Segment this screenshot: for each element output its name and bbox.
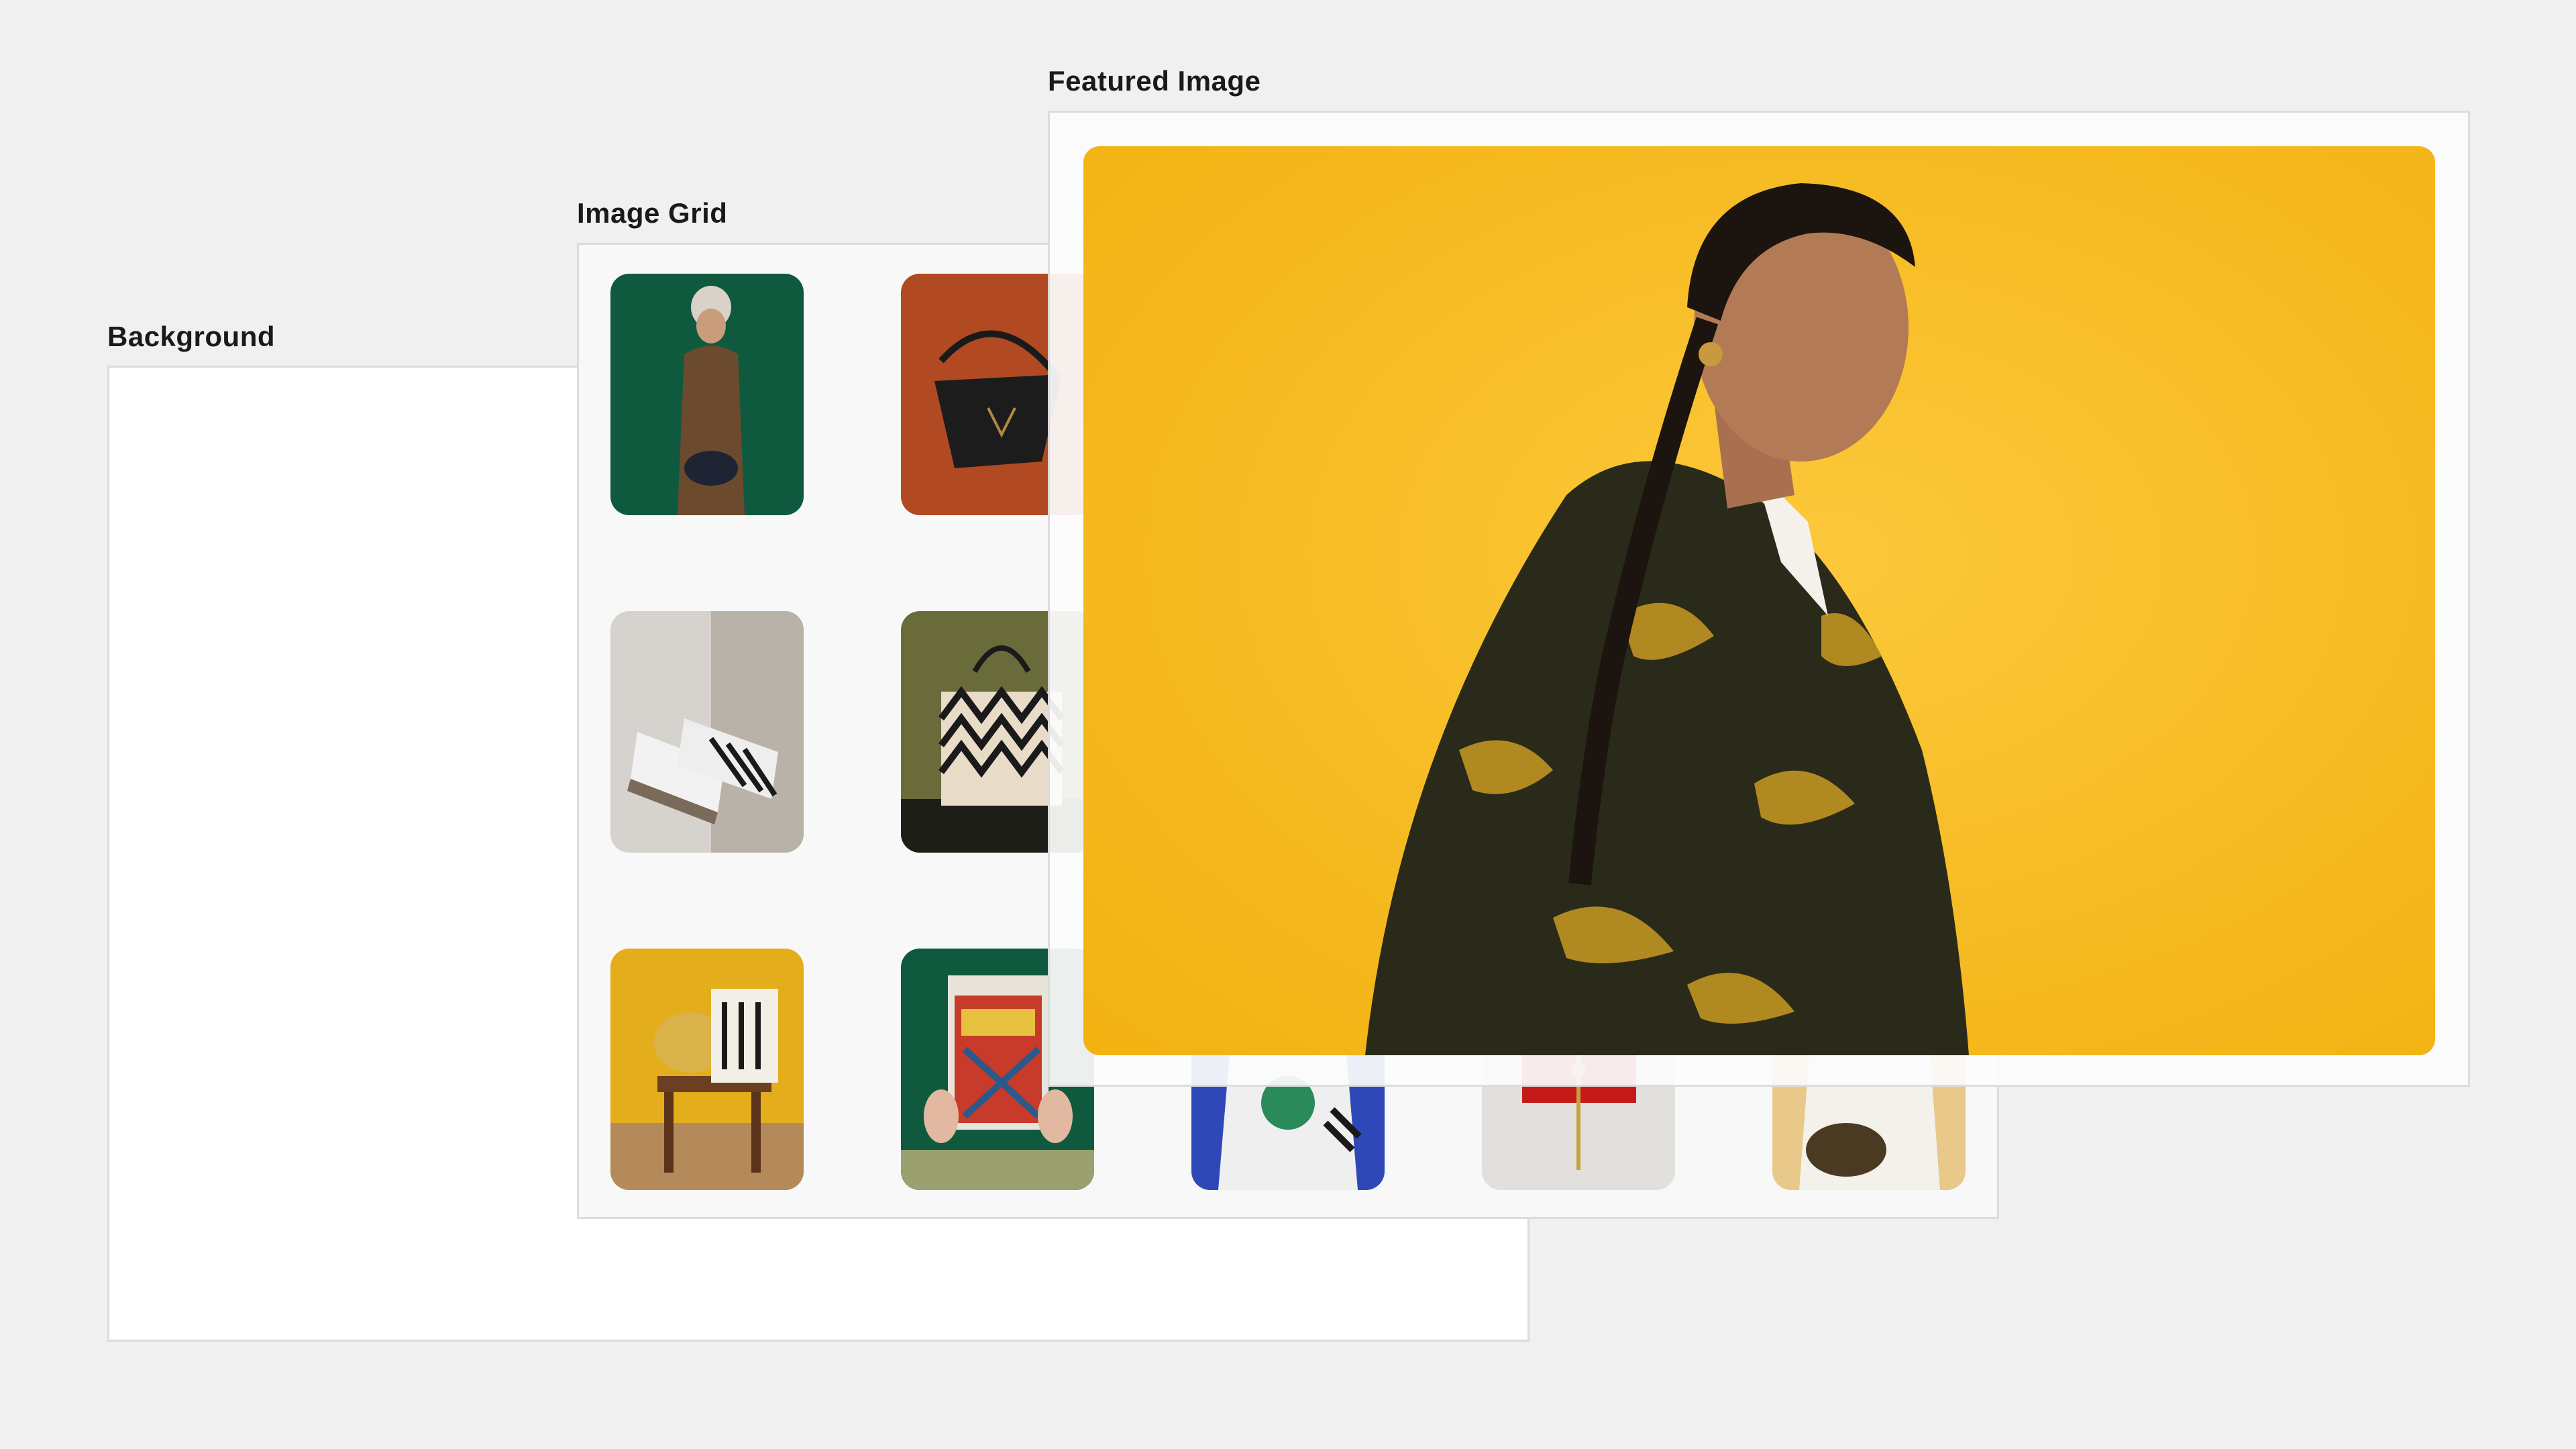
image-grid-layer-label: Image Grid (577, 197, 728, 229)
woman-green-backdrop-photo[interactable] (610, 274, 804, 515)
background-layer-label: Background (107, 321, 276, 352)
featured-image-layer-panel (1048, 111, 2470, 1087)
cap-chair-photo[interactable] (610, 949, 804, 1190)
featured-image-layer-label: Featured Image (1048, 65, 1261, 97)
woman-yellow-backdrop-photo[interactable] (1083, 146, 2435, 1055)
sneakers-photo[interactable] (610, 611, 804, 853)
